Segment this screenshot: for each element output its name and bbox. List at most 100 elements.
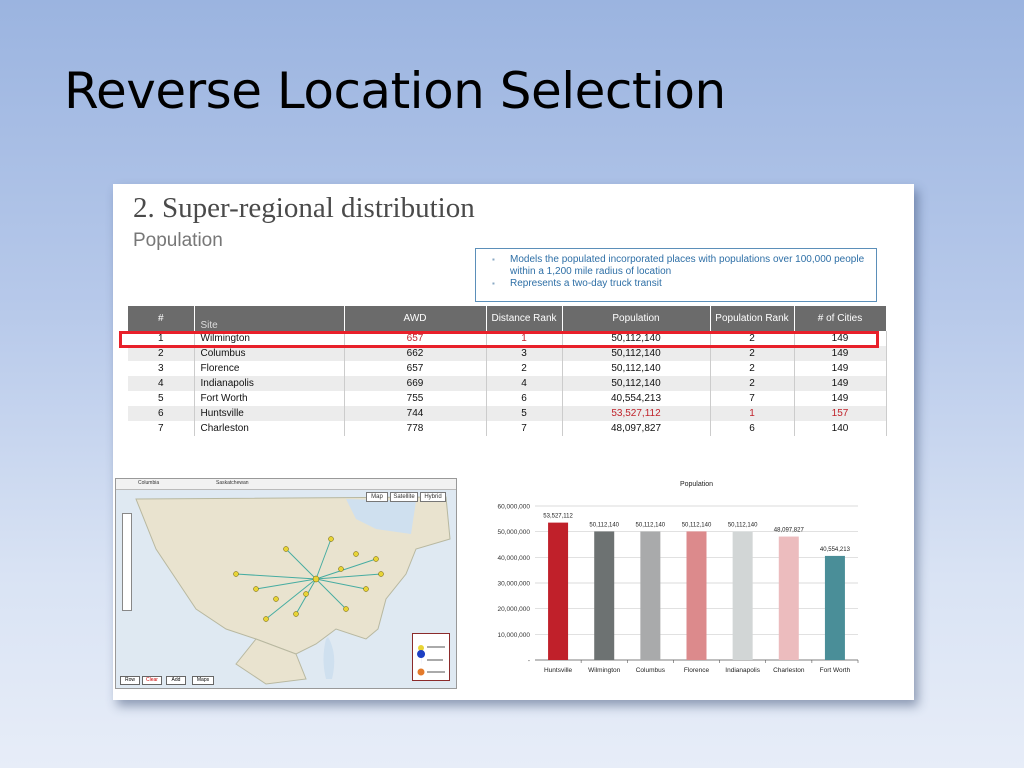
y-tick-label: 60,000,000 (497, 504, 530, 511)
cell-awd: 755 (344, 391, 487, 406)
satellite-type-button[interactable]: Satellite (390, 492, 418, 502)
report-subtitle: Population (133, 230, 223, 251)
cell-distance-rank: 6 (486, 391, 563, 406)
legend-distribution-pin-icon (417, 650, 426, 666)
cell-population: 50,112,140 (562, 361, 711, 376)
x-category-label: Indianapolis (725, 667, 760, 674)
cell-cities: 140 (794, 421, 887, 436)
x-category-label: Florence (684, 667, 710, 674)
cell-number: 3 (128, 361, 195, 376)
col-header-cities: # of Cities (794, 306, 887, 331)
y-tick-label: 40,000,000 (497, 555, 530, 562)
cell-distance-rank: 2 (486, 361, 563, 376)
bar (732, 531, 753, 660)
bar-value-label: 50,112,140 (636, 522, 666, 528)
cell-site: Fort Worth (194, 391, 345, 406)
cell-awd: 657 (344, 361, 487, 376)
cell-population: 50,112,140 (562, 346, 711, 361)
table-row: 6 Huntsville 744 5 53,527,112 1 157 (128, 406, 887, 421)
y-tick-label: 30,000,000 (497, 581, 530, 588)
map-type-button[interactable]: Map (366, 492, 388, 502)
cell-population: 53,527,112 (562, 406, 711, 421)
cell-distance-rank: 4 (486, 376, 563, 391)
x-category-label: Wilmington (588, 667, 621, 674)
bar (594, 531, 615, 660)
cell-number: 4 (128, 376, 195, 391)
cell-population-rank: 7 (710, 391, 795, 406)
bar-value-label: 48,097,827 (774, 528, 805, 534)
cell-distance-rank: 1 (486, 331, 563, 346)
report-image: 2. Super-regional distribution Populatio… (113, 184, 914, 700)
hybrid-type-button[interactable]: Hybrid (420, 492, 446, 502)
table-header-row: # Site AWD Distance Rank Population Popu… (128, 306, 887, 331)
cell-number: 7 (128, 421, 195, 436)
map-row-button[interactable]: Row (120, 676, 140, 685)
x-category-label: Huntsville (544, 667, 573, 674)
cell-site: Columbus (194, 346, 345, 361)
cell-population: 48,097,827 (562, 421, 711, 436)
x-category-label: Columbus (636, 667, 666, 674)
cell-distance-rank: 5 (486, 406, 563, 421)
cell-awd: 778 (344, 421, 487, 436)
bar (548, 522, 569, 660)
table-row: 5 Fort Worth 755 6 40,554,213 7 149 (128, 391, 887, 406)
cell-number: 6 (128, 406, 195, 421)
cell-population: 50,112,140 (562, 331, 711, 346)
bar-value-label: 40,554,213 (820, 547, 851, 553)
cell-distance-rank: 3 (486, 346, 563, 361)
sites-table: # Site AWD Distance Rank Population Popu… (128, 306, 887, 436)
map-clear-button[interactable]: Clear (142, 676, 162, 685)
bar (778, 536, 799, 660)
col-header-number: # (128, 306, 195, 331)
map-maps-button[interactable]: Maps (192, 676, 214, 685)
cell-distance-rank: 7 (486, 421, 563, 436)
cell-awd: 662 (344, 346, 487, 361)
cell-awd: 744 (344, 406, 487, 421)
cell-site: Indianapolis (194, 376, 345, 391)
legend-origin-icon (417, 668, 425, 676)
col-header-awd: AWD (344, 306, 487, 331)
bar-value-label: 50,112,140 (728, 522, 758, 528)
cell-population-rank: 2 (710, 331, 795, 346)
cell-cities: 149 (794, 346, 887, 361)
cell-number: 2 (128, 346, 195, 361)
cell-population: 40,554,213 (562, 391, 711, 406)
bar (640, 531, 661, 660)
cell-number: 5 (128, 391, 195, 406)
map-add-button[interactable]: Add (166, 676, 186, 685)
map-label-columbia: Columbia (138, 480, 160, 486)
cell-cities: 149 (794, 376, 887, 391)
slide-title: Reverse Location Selection (64, 62, 726, 120)
map-legend (412, 633, 450, 681)
map-label-saskatchewan: Saskatchewan (216, 480, 249, 486)
cell-cities: 149 (794, 361, 887, 376)
bar (686, 531, 707, 660)
y-tick-label: 20,000,000 (497, 606, 530, 613)
table-row: 4 Indianapolis 669 4 50,112,140 2 149 (128, 376, 887, 391)
cell-population: 50,112,140 (562, 376, 711, 391)
cell-number: 1 (128, 331, 195, 346)
note-item: Represents a two-day truck transit (492, 278, 870, 290)
col-header-population: Population (562, 306, 711, 331)
bar (824, 555, 845, 660)
cell-cities: 149 (794, 331, 887, 346)
cell-site: Wilmington (194, 331, 345, 346)
col-header-site: Site (194, 306, 345, 331)
x-category-label: Fort Worth (820, 667, 851, 674)
table-row: 2 Columbus 662 3 50,112,140 2 149 (128, 346, 887, 361)
cell-population-rank: 2 (710, 361, 795, 376)
table-row: 3 Florence 657 2 50,112,140 2 149 (128, 361, 887, 376)
cell-site: Huntsville (194, 406, 345, 421)
cell-cities: 149 (794, 391, 887, 406)
distribution-map: Map Satellite Hybrid Row Clear Add Maps … (115, 478, 457, 689)
y-tick-label: 50,000,000 (497, 529, 530, 536)
cell-site: Florence (194, 361, 345, 376)
col-header-population-rank: Population Rank (710, 306, 795, 331)
table-row: 1 Wilmington 657 1 50,112,140 2 149 (128, 331, 887, 346)
notes-box: Models the populated incorporated places… (475, 248, 877, 302)
cell-site: Charleston (194, 421, 345, 436)
map-zoom-control[interactable] (122, 513, 132, 611)
x-category-label: Charleston (773, 667, 805, 674)
cell-cities: 157 (794, 406, 887, 421)
bar-value-label: 53,527,112 (543, 514, 573, 520)
